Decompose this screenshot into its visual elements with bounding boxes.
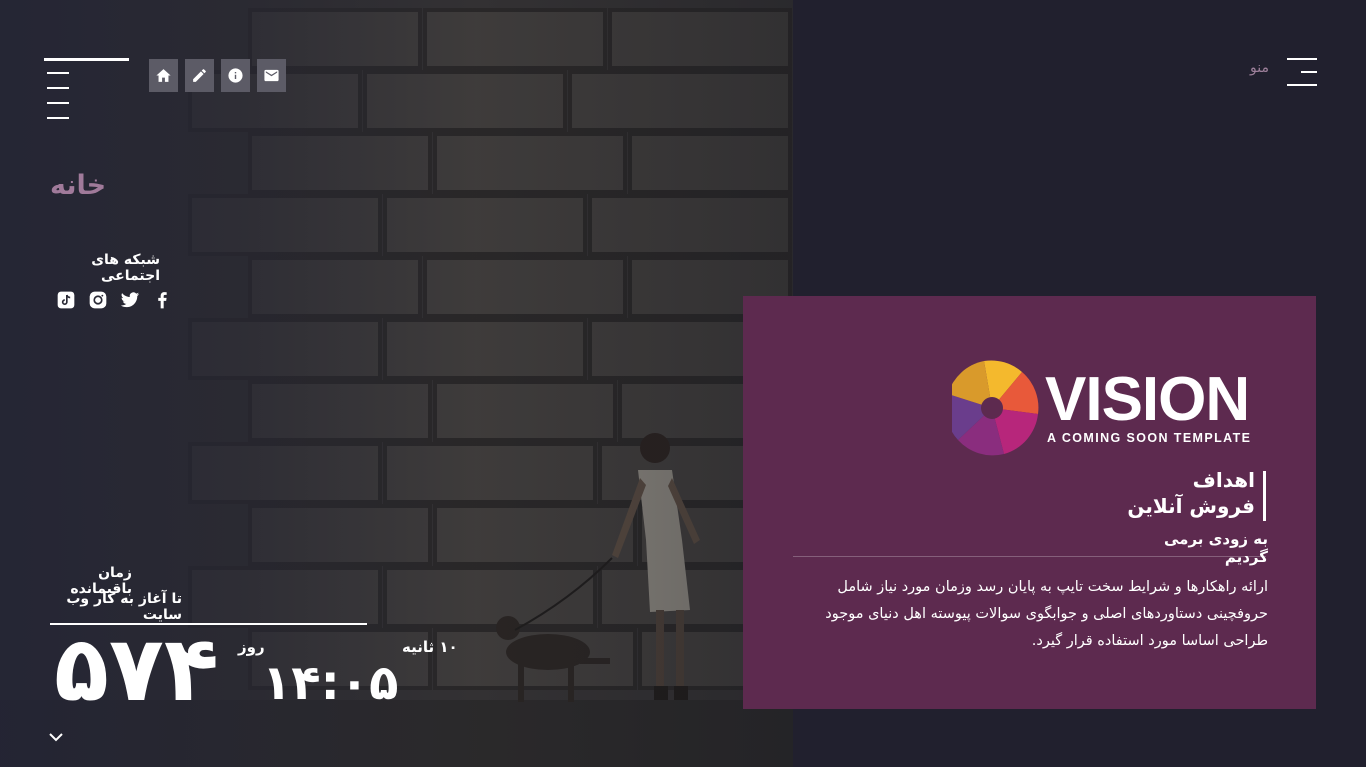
scroll-down-button[interactable] [48, 729, 64, 745]
social-links [56, 290, 172, 310]
logo-wordmark: VISION [1045, 365, 1250, 434]
facebook-icon [158, 292, 167, 309]
countdown-days: ۵۷۴ [54, 617, 223, 722]
instagram-icon [89, 291, 107, 309]
chevron-down-icon [49, 733, 63, 742]
contact-button[interactable] [257, 59, 286, 92]
card-description: ارائه راهکارها و شرایط سخت تایپ به پایان… [825, 579, 1268, 649]
twitter-link[interactable] [120, 290, 140, 310]
tiktok-icon [57, 291, 75, 309]
mail-icon [264, 69, 279, 82]
page-title: خانه [50, 170, 107, 201]
nav-icon-bar [149, 59, 286, 92]
pencil-icon [193, 69, 206, 82]
instagram-link[interactable] [88, 290, 108, 310]
info-icon [228, 68, 243, 83]
countdown-time: ۱۴:۰۵ [262, 655, 399, 711]
goals-accent-bar [1263, 471, 1266, 521]
logo-tagline: A COMING SOON TEMPLATE [1047, 431, 1252, 445]
goals-heading: اهداف [1192, 468, 1255, 492]
tiktok-link[interactable] [56, 290, 76, 310]
countdown-seconds: ۱۰ ثانیه [402, 638, 458, 656]
home-icon [156, 69, 171, 82]
edit-button[interactable] [185, 59, 214, 92]
menu-toggle-button[interactable] [1287, 58, 1317, 86]
menu-label[interactable]: منو [1250, 60, 1269, 76]
card-divider [793, 556, 1266, 557]
info-button[interactable] [221, 59, 250, 92]
countdown-days-label: روز [238, 638, 265, 656]
twitter-icon [120, 292, 140, 308]
facebook-link[interactable] [152, 290, 172, 310]
sidebar-toggle-button[interactable] [44, 58, 130, 122]
coming-soon-page: خانه شبکه های اجتماعی زمان باقیمانده تا … [0, 0, 1366, 767]
coming-soon-text: به زودی برمی گردیم [1163, 530, 1268, 566]
social-heading: شبکه های اجتماعی [91, 252, 160, 284]
home-button[interactable] [149, 59, 178, 92]
goals-subheading: فروش آنلاین [1127, 494, 1255, 518]
